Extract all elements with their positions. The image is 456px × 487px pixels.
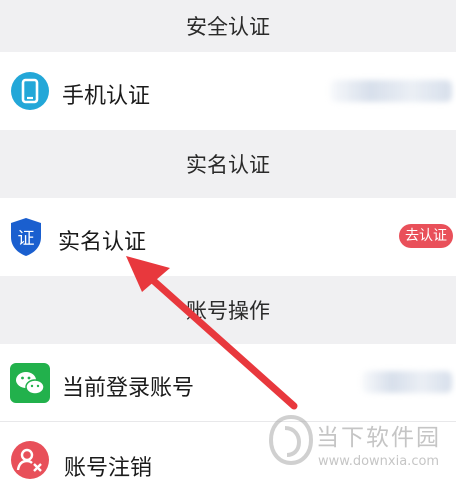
- section-title: 账号操作: [186, 299, 270, 323]
- user-remove-icon: [10, 440, 50, 480]
- account-name-blurred: [362, 371, 452, 393]
- phone-icon: [10, 71, 50, 111]
- watermark-name: 当下软件园: [316, 425, 441, 451]
- current-account-row[interactable]: 当前登录账号: [0, 344, 456, 421]
- account-cancel-label: 账号注销: [64, 456, 153, 481]
- section-title: 实名认证: [186, 153, 270, 177]
- phone-number-blurred: [330, 80, 452, 102]
- watermark-logo-icon: [268, 414, 314, 466]
- watermark-url: www.downxia.com: [318, 454, 440, 469]
- phone-verification-row[interactable]: 手机认证: [0, 52, 456, 130]
- shield-icon: 证: [8, 216, 44, 258]
- svg-text:证: 证: [18, 229, 35, 249]
- section-header-security: 安全认证: [0, 0, 456, 52]
- go-verify-badge[interactable]: 去认证: [399, 224, 453, 248]
- current-account-label: 当前登录账号: [62, 376, 195, 401]
- phone-verification-label: 手机认证: [62, 84, 151, 109]
- wechat-icon: [10, 363, 50, 403]
- realname-verification-row[interactable]: 证 实名认证 去认证: [0, 198, 456, 276]
- section-header-account: 账号操作: [0, 276, 456, 344]
- watermark: 当下软件园 www.downxia.com: [268, 414, 448, 480]
- section-title: 安全认证: [186, 15, 270, 39]
- realname-verification-label: 实名认证: [58, 230, 147, 255]
- section-header-realname: 实名认证: [0, 130, 456, 198]
